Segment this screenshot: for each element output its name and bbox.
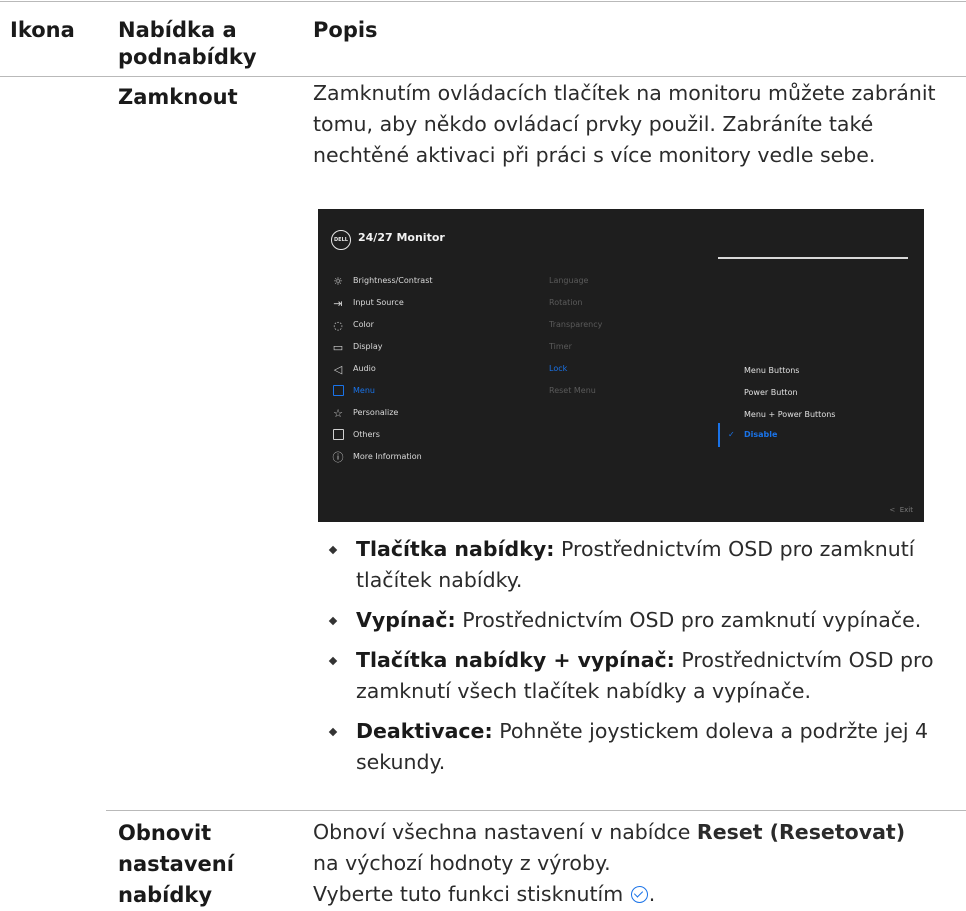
reset-row-label: Obnovit nastavení nabídky bbox=[118, 818, 234, 911]
audio-icon: ◁ bbox=[333, 363, 343, 376]
list-item: Tlačítka nabídky + vypínač: Prostřednict… bbox=[326, 645, 961, 707]
osd-option-power-button[interactable]: Power Button bbox=[744, 388, 798, 397]
bullet-term: Tlačítka nabídky: bbox=[356, 537, 555, 561]
color-icon: ◌ bbox=[333, 319, 343, 332]
bullet-term: Vypínač: bbox=[356, 608, 456, 632]
lock-row-description: Zamknutím ovládacích tlačítek na monitor… bbox=[313, 81, 936, 167]
input-source-icon: ⇥ bbox=[333, 297, 343, 310]
osd-submenu-timer[interactable]: Timer bbox=[549, 342, 572, 351]
reset-desc-text: . bbox=[648, 882, 656, 906]
osd-menu-item-label: Input Source bbox=[353, 298, 404, 307]
chevron-left-icon: < bbox=[889, 506, 896, 514]
osd-menu-item-label: Display bbox=[353, 342, 383, 351]
checkmark-icon: ✓ bbox=[728, 430, 735, 439]
osd-menu-item-label: Others bbox=[353, 430, 380, 439]
osd-menu-item-label: Color bbox=[353, 320, 374, 329]
brightness-icon: ☼ bbox=[333, 275, 343, 288]
reset-label-line: nastavení bbox=[118, 852, 234, 876]
list-item: Vypínač: Prostřednictvím OSD pro zamknut… bbox=[326, 605, 961, 636]
bullet-icon bbox=[328, 616, 338, 626]
header-menu-column: Nabídka a podnabídky bbox=[118, 18, 257, 69]
bullet-icon bbox=[328, 545, 338, 555]
osd-header-line bbox=[718, 257, 908, 259]
osd-submenu-reset-menu[interactable]: Reset Menu bbox=[549, 386, 596, 395]
bullet-icon bbox=[328, 656, 338, 666]
lock-options-list: Tlačítka nabídky: Prostřednictvím OSD pr… bbox=[326, 534, 961, 787]
display-icon: ▭ bbox=[332, 341, 344, 354]
osd-option-disable[interactable]: Disable bbox=[744, 430, 777, 439]
header-icon-column: Ikona bbox=[10, 18, 75, 42]
osd-option-menu-buttons[interactable]: Menu Buttons bbox=[744, 366, 799, 375]
osd-menu-item-label: More Information bbox=[353, 452, 422, 461]
osd-menu-item-label: Audio bbox=[353, 364, 376, 373]
info-icon: ⓘ bbox=[332, 451, 344, 464]
header-bottom-rule bbox=[0, 76, 966, 77]
reset-label-line: nabídky bbox=[118, 883, 213, 907]
row-divider-rule bbox=[106, 810, 966, 811]
bullet-term: Tlačítka nabídky + vypínač: bbox=[356, 648, 675, 672]
list-item: Tlačítka nabídky: Prostřednictvím OSD pr… bbox=[326, 534, 961, 596]
osd-submenu-rotation[interactable]: Rotation bbox=[549, 298, 582, 307]
osd-menu-item-label: Brightness/Contrast bbox=[353, 276, 433, 285]
osd-submenu-language[interactable]: Language bbox=[549, 276, 588, 285]
osd-submenu-lock[interactable]: Lock bbox=[549, 364, 567, 373]
reset-row-description: Obnoví všechna nastavení v nabídce Reset… bbox=[313, 817, 963, 910]
check-circle-icon bbox=[630, 886, 648, 903]
osd-submenu-transparency[interactable]: Transparency bbox=[549, 320, 602, 329]
osd-menu-item-label: Menu bbox=[353, 386, 375, 395]
lock-row-label: Zamknout bbox=[118, 85, 238, 109]
reset-desc-text: Obnoví všechna nastavení v nabídce bbox=[313, 820, 691, 844]
list-item: Deaktivace: Pohněte joystickem doleva a … bbox=[326, 716, 961, 778]
osd-exit-label: Exit bbox=[899, 506, 913, 514]
osd-exit-button[interactable]: < Exit bbox=[889, 506, 913, 514]
osd-title: 24/27 Monitor bbox=[358, 231, 445, 244]
bullet-icon bbox=[328, 727, 338, 737]
reset-desc-text: na výchozí hodnoty z výroby. bbox=[313, 851, 611, 875]
header-description-column: Popis bbox=[313, 18, 378, 42]
dell-logo: DELL bbox=[331, 230, 351, 250]
menu-icon bbox=[331, 385, 345, 399]
others-icon bbox=[331, 429, 345, 443]
bullet-text: Prostřednictvím OSD pro zamknutí vypínač… bbox=[462, 608, 922, 632]
reset-desc-bold: Reset (Resetovat) bbox=[696, 820, 906, 844]
reset-desc-text: Vyberte tuto funkci stisknutím bbox=[313, 882, 624, 906]
bullet-term: Deaktivace: bbox=[356, 719, 493, 743]
osd-option-menu-power-buttons[interactable]: Menu + Power Buttons bbox=[744, 410, 835, 419]
osd-selection-bar bbox=[718, 423, 720, 447]
table-top-rule bbox=[0, 1, 966, 2]
osd-menu-item-label: Personalize bbox=[353, 408, 399, 417]
reset-label-line: Obnovit bbox=[118, 821, 212, 845]
personalize-icon: ☆ bbox=[333, 407, 343, 420]
osd-screenshot: DELL 24/27 Monitor ☼ Brightness/Contrast… bbox=[318, 209, 924, 522]
